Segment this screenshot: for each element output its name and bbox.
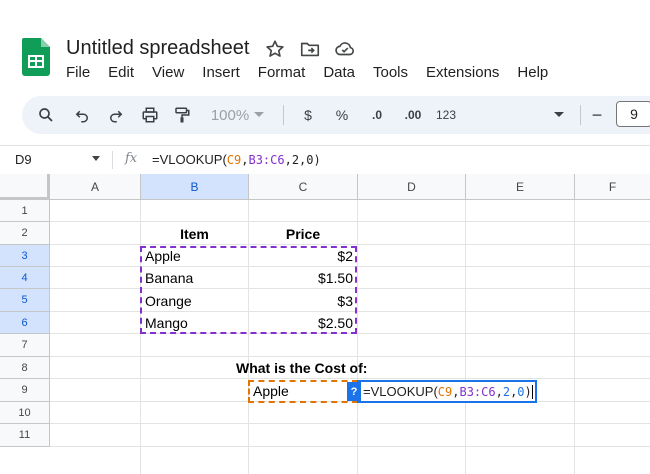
- menu-file[interactable]: File: [66, 64, 99, 81]
- editor-ref-c9: C9: [437, 384, 453, 399]
- menu-edit[interactable]: Edit: [99, 64, 143, 81]
- sheet-grid[interactable]: A B C D E F 1 2 3 4 5 6 7 8 9 10 11 Item…: [0, 174, 650, 474]
- column-header-f[interactable]: F: [575, 174, 650, 200]
- row-header-1[interactable]: 1: [0, 200, 50, 222]
- cell-c9[interactable]: Apple: [253, 379, 353, 402]
- gridline: [465, 200, 466, 474]
- row-header-11[interactable]: 11: [0, 424, 50, 447]
- decrease-font-size-button[interactable]: −: [588, 104, 606, 126]
- cell-c4[interactable]: $1.50: [249, 267, 353, 289]
- row-header-2[interactable]: 2: [0, 222, 50, 245]
- document-title[interactable]: Untitled spreadsheet: [66, 37, 249, 60]
- menu-extensions[interactable]: Extensions: [417, 64, 508, 81]
- row-header-6[interactable]: 6: [0, 312, 50, 334]
- cell-b2[interactable]: Item: [141, 222, 248, 245]
- gridline: [50, 423, 650, 424]
- menu-insert[interactable]: Insert: [193, 64, 249, 81]
- cell-c5[interactable]: $3: [249, 289, 353, 312]
- row-header-8[interactable]: 8: [0, 357, 50, 379]
- gridline: [574, 200, 575, 474]
- font-size-input[interactable]: 9: [616, 101, 650, 127]
- increase-decimal-button[interactable]: .00: [399, 104, 427, 126]
- cell-editor-d9[interactable]: ? =VLOOKUP(C9,B3:C6,2,0): [347, 380, 537, 403]
- toolbar: 100% $ % .0 .00 123 − 9: [22, 96, 650, 134]
- zoom-select[interactable]: 100%: [208, 104, 252, 126]
- editor-match-flag: 0: [517, 384, 525, 399]
- more-formats-button[interactable]: 123: [433, 104, 459, 126]
- formula-bar-divider: [112, 151, 113, 169]
- select-all-corner[interactable]: [0, 174, 50, 200]
- star-icon[interactable]: [264, 38, 286, 60]
- formula-args-rest: ,2,0): [284, 153, 321, 167]
- search-menus-icon[interactable]: [36, 104, 56, 126]
- cloud-saved-icon[interactable]: [334, 38, 356, 60]
- menu-help[interactable]: Help: [508, 64, 557, 81]
- cell-b3[interactable]: Apple: [145, 245, 248, 267]
- undo-icon[interactable]: [72, 104, 92, 126]
- editor-close-paren: ): [524, 384, 532, 399]
- formula-function: =VLOOKUP(: [152, 152, 227, 167]
- editor-col-index: 2: [502, 384, 511, 399]
- row-header-9[interactable]: 9: [0, 379, 50, 402]
- cell-c6[interactable]: $2.50: [249, 312, 353, 334]
- font-dropdown-icon[interactable]: [552, 104, 566, 126]
- column-header-d[interactable]: D: [358, 174, 466, 200]
- print-icon[interactable]: [140, 104, 160, 126]
- move-folder-icon[interactable]: [299, 38, 321, 60]
- row-header-7[interactable]: 7: [0, 334, 50, 357]
- menu-view[interactable]: View: [143, 64, 193, 81]
- row-header-3[interactable]: 3: [0, 245, 50, 267]
- formula-ref-c9: C9: [226, 153, 242, 167]
- paint-format-icon[interactable]: [172, 104, 192, 126]
- column-header-e[interactable]: E: [466, 174, 575, 200]
- cell-editor-text[interactable]: =VLOOKUP(C9,B3:C6,2,0): [359, 384, 535, 400]
- editor-separator: ,: [495, 384, 503, 399]
- cell-c3[interactable]: $2: [249, 245, 353, 267]
- percent-format-button[interactable]: %: [333, 104, 351, 126]
- column-header-a[interactable]: A: [50, 174, 141, 200]
- fx-icon: fx: [125, 151, 138, 166]
- menu-format[interactable]: Format: [249, 64, 315, 81]
- row-header-5[interactable]: 5: [0, 289, 50, 312]
- redo-icon[interactable]: [106, 104, 126, 126]
- app-header: Untitled spreadsheet File Edit View Inse…: [0, 0, 650, 92]
- row-header-4[interactable]: 4: [0, 267, 50, 289]
- formula-help-icon[interactable]: ?: [347, 382, 361, 401]
- name-box-dropdown-icon[interactable]: [92, 156, 100, 161]
- menu-data[interactable]: Data: [314, 64, 364, 81]
- toolbar-divider: [580, 105, 581, 125]
- formula-input[interactable]: =VLOOKUP(C9,B3:C6,2,0): [152, 152, 321, 167]
- cell-b6[interactable]: Mango: [145, 312, 248, 334]
- toolbar-divider: [283, 105, 284, 125]
- menu-tools[interactable]: Tools: [364, 64, 417, 81]
- column-header-c[interactable]: C: [249, 174, 358, 200]
- cell-b4[interactable]: Banana: [145, 267, 248, 289]
- formula-bar: D9 fx =VLOOKUP(C9,B3:C6,2,0): [0, 145, 650, 173]
- currency-format-button[interactable]: $: [300, 104, 316, 126]
- cell-c2[interactable]: Price: [249, 222, 357, 245]
- decrease-decimal-button[interactable]: .0: [365, 104, 389, 126]
- menu-bar: File Edit View Insert Format Data Tools …: [66, 64, 557, 81]
- editor-function: =VLOOKUP(: [363, 383, 438, 399]
- cell-c8[interactable]: What is the Cost of:: [236, 357, 386, 379]
- editor-ref-range: B3:C6: [459, 384, 496, 399]
- formula-ref-range: B3:C6: [248, 153, 285, 167]
- text-caret: [531, 385, 533, 400]
- gridline: [50, 446, 650, 447]
- name-box[interactable]: D9: [15, 152, 32, 167]
- column-header-b[interactable]: B: [141, 174, 249, 200]
- zoom-dropdown-icon[interactable]: [254, 104, 264, 126]
- sheets-logo-icon[interactable]: [22, 38, 50, 76]
- row-header-10[interactable]: 10: [0, 402, 50, 424]
- cell-b5[interactable]: Orange: [145, 289, 248, 312]
- gridline: [357, 200, 358, 474]
